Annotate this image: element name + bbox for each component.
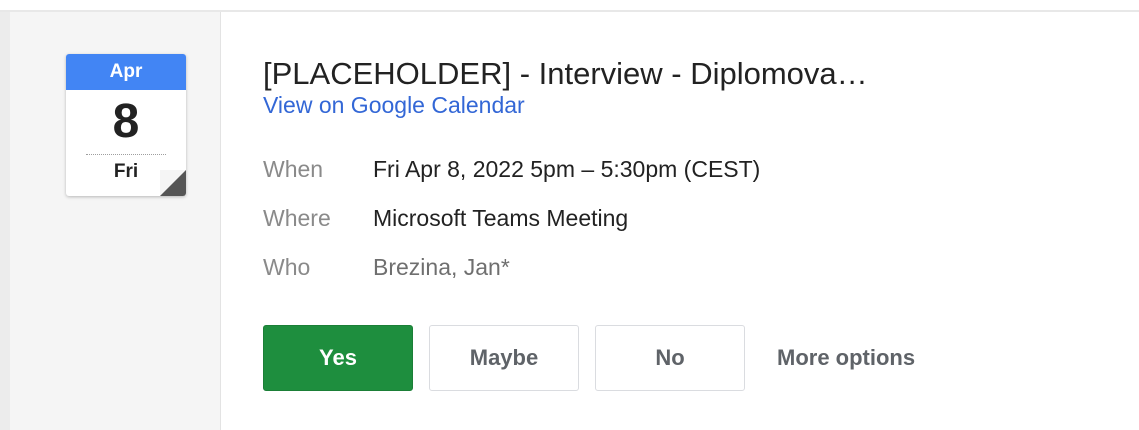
- rsvp-yes-button[interactable]: Yes: [263, 325, 413, 391]
- calendar-invite-card: Apr 8 Fri [PLACEHOLDER] - Interview - Di…: [0, 12, 1139, 430]
- page-curl-icon: [160, 170, 186, 196]
- more-options-link[interactable]: More options: [777, 345, 915, 371]
- view-on-google-calendar-link[interactable]: View on Google Calendar: [263, 92, 525, 119]
- rsvp-maybe-button[interactable]: Maybe: [429, 325, 579, 391]
- rsvp-no-button[interactable]: No: [595, 325, 745, 391]
- calendar-month: Apr: [66, 54, 186, 90]
- calendar-dotted-divider: [86, 154, 166, 155]
- calendar-date-tile: Apr 8 Fri: [66, 54, 186, 196]
- date-column: Apr 8 Fri: [0, 12, 221, 430]
- where-value: Microsoft Teams Meeting: [373, 205, 629, 231]
- rsvp-actions: Yes Maybe No More options: [263, 325, 915, 391]
- event-title: [PLACEHOLDER] - Interview - Diplomova…: [263, 56, 868, 91]
- where-label: Where: [263, 205, 331, 231]
- top-divider: [0, 0, 1139, 12]
- calendar-day-number: 8: [112, 95, 140, 148]
- when-value: Fri Apr 8, 2022 5pm – 5:30pm (CEST): [373, 156, 761, 182]
- who-label: Who: [263, 254, 311, 280]
- who-value: Brezina, Jan*: [373, 254, 510, 280]
- when-label: When: [263, 156, 324, 182]
